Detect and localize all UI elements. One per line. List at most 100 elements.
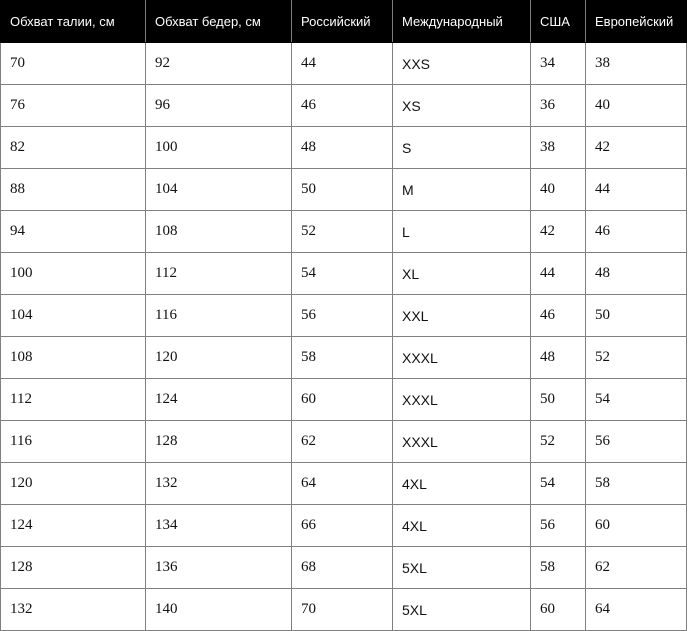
table-header-row: Обхват талии, см Обхват бедер, см Россий… [0,0,687,43]
cell-waist: 124 [0,504,146,547]
cell-hips: 100 [145,126,292,169]
cell-intl: L [392,210,531,253]
cell-intl: XXXL [392,420,531,463]
cell-ru: 66 [291,504,393,547]
cell-intl: XXXL [392,378,531,421]
cell-usa: 38 [530,126,586,169]
cell-eu: 48 [585,252,687,295]
cell-intl: 5XL [392,546,531,589]
cell-eu: 44 [585,168,687,211]
cell-hips: 132 [145,462,292,505]
cell-usa: 48 [530,336,586,379]
cell-eu: 40 [585,84,687,127]
table-row: 94 108 52 L 42 46 [0,210,687,253]
cell-waist: 104 [0,294,146,337]
cell-usa: 54 [530,462,586,505]
table-row: 112 124 60 XXXL 50 54 [0,378,687,421]
cell-ru: 56 [291,294,393,337]
column-header-hips: Обхват бедер, см [145,0,292,43]
cell-usa: 58 [530,546,586,589]
column-header-eu: Европейский [585,0,687,43]
cell-eu: 52 [585,336,687,379]
cell-hips: 92 [145,42,292,85]
cell-usa: 46 [530,294,586,337]
cell-ru: 60 [291,378,393,421]
cell-usa: 56 [530,504,586,547]
cell-hips: 104 [145,168,292,211]
table-row: 116 128 62 XXXL 52 56 [0,420,687,463]
cell-eu: 54 [585,378,687,421]
table-row: 70 92 44 XXS 34 38 [0,42,687,85]
cell-hips: 120 [145,336,292,379]
cell-ru: 70 [291,588,393,631]
cell-hips: 134 [145,504,292,547]
cell-waist: 120 [0,462,146,505]
cell-ru: 50 [291,168,393,211]
cell-intl: 4XL [392,462,531,505]
table-row: 104 116 56 XXL 46 50 [0,294,687,337]
cell-usa: 60 [530,588,586,631]
table-row: 108 120 58 XXXL 48 52 [0,336,687,379]
cell-intl: XXL [392,294,531,337]
cell-eu: 42 [585,126,687,169]
cell-eu: 46 [585,210,687,253]
cell-hips: 128 [145,420,292,463]
cell-usa: 42 [530,210,586,253]
cell-waist: 82 [0,126,146,169]
cell-usa: 50 [530,378,586,421]
column-header-waist: Обхват талии, см [0,0,146,43]
column-header-intl: Международный [392,0,531,43]
table-row: 124 134 66 4XL 56 60 [0,504,687,547]
cell-hips: 136 [145,546,292,589]
cell-ru: 48 [291,126,393,169]
table-row: 128 136 68 5XL 58 62 [0,546,687,589]
cell-usa: 34 [530,42,586,85]
cell-ru: 68 [291,546,393,589]
cell-ru: 52 [291,210,393,253]
cell-eu: 64 [585,588,687,631]
table-header: Обхват талии, см Обхват бедер, см Россий… [0,0,687,43]
cell-usa: 44 [530,252,586,295]
cell-waist: 100 [0,252,146,295]
cell-hips: 124 [145,378,292,421]
cell-ru: 64 [291,462,393,505]
cell-intl: 4XL [392,504,531,547]
cell-eu: 58 [585,462,687,505]
cell-usa: 52 [530,420,586,463]
cell-waist: 132 [0,588,146,631]
column-header-ru: Российский [291,0,393,43]
cell-eu: 50 [585,294,687,337]
cell-intl: S [392,126,531,169]
cell-waist: 128 [0,546,146,589]
cell-usa: 36 [530,84,586,127]
cell-waist: 112 [0,378,146,421]
cell-intl: XS [392,84,531,127]
cell-intl: XXS [392,42,531,85]
cell-intl: XL [392,252,531,295]
cell-intl: M [392,168,531,211]
cell-hips: 112 [145,252,292,295]
table-row: 76 96 46 XS 36 40 [0,84,687,127]
cell-ru: 58 [291,336,393,379]
cell-intl: XXXL [392,336,531,379]
cell-ru: 62 [291,420,393,463]
cell-waist: 116 [0,420,146,463]
table-row: 132 140 70 5XL 60 64 [0,588,687,631]
cell-eu: 56 [585,420,687,463]
cell-hips: 108 [145,210,292,253]
cell-usa: 40 [530,168,586,211]
cell-waist: 88 [0,168,146,211]
cell-waist: 94 [0,210,146,253]
cell-eu: 38 [585,42,687,85]
cell-intl: 5XL [392,588,531,631]
cell-ru: 46 [291,84,393,127]
cell-eu: 62 [585,546,687,589]
cell-hips: 140 [145,588,292,631]
cell-waist: 108 [0,336,146,379]
cell-waist: 70 [0,42,146,85]
column-header-usa: США [530,0,586,43]
table-row: 88 104 50 M 40 44 [0,168,687,211]
cell-ru: 54 [291,252,393,295]
cell-ru: 44 [291,42,393,85]
table-row: 120 132 64 4XL 54 58 [0,462,687,505]
